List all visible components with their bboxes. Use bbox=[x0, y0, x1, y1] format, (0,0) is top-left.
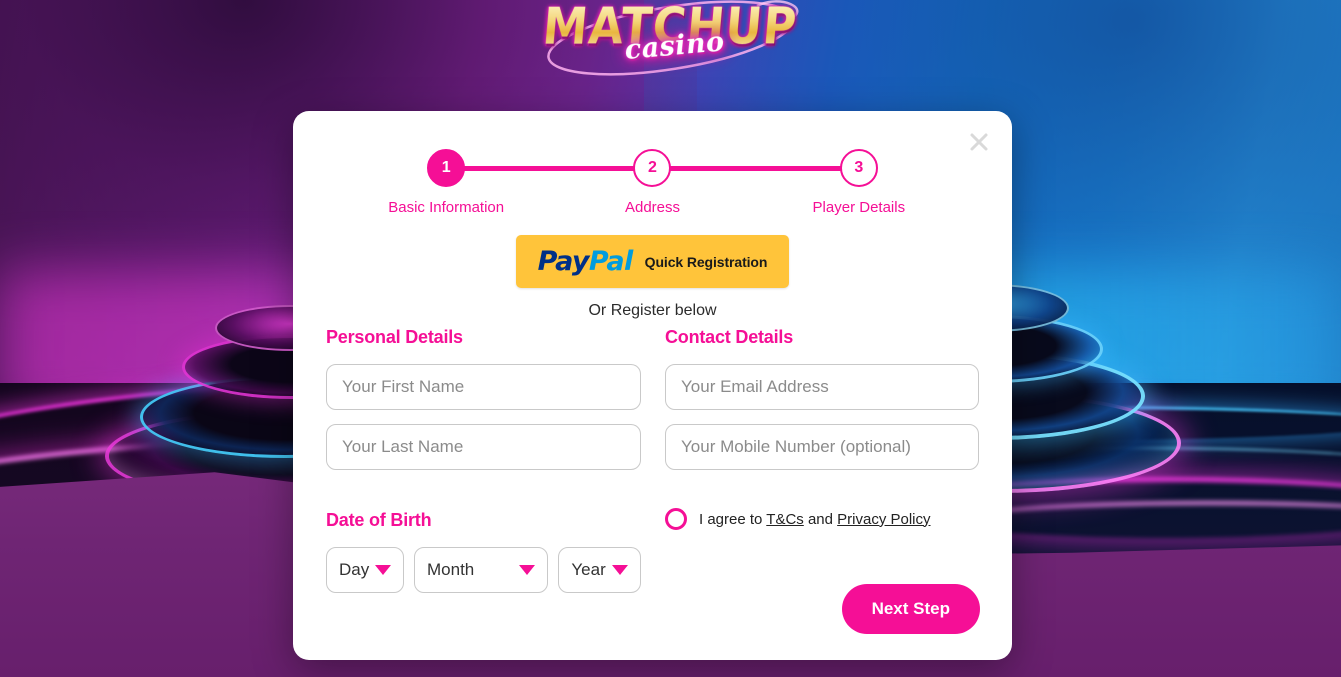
page-background: MATCHUP casino 1 Basic Information 2 Add… bbox=[0, 0, 1341, 677]
logo-subtitle: casino bbox=[623, 26, 727, 66]
stepper-step-2[interactable]: 2 Address bbox=[549, 149, 755, 216]
dob-day-select[interactable]: Day bbox=[326, 547, 404, 593]
paypal-button-label: Quick Registration bbox=[644, 253, 768, 270]
last-name-input[interactable] bbox=[326, 424, 641, 470]
paypal-logo: PayPal bbox=[537, 246, 634, 277]
stepper-step-1-number: 1 bbox=[427, 149, 466, 187]
or-register-below-text: Or Register below bbox=[588, 302, 717, 319]
logo-swirl-decoration bbox=[546, 0, 798, 76]
dob-month-select[interactable]: Month bbox=[414, 547, 549, 593]
terms-and-conditions-link[interactable]: T&Cs bbox=[766, 511, 804, 528]
chevron-down-icon bbox=[375, 565, 392, 575]
chevron-down-icon bbox=[612, 565, 628, 575]
stepper-step-3[interactable]: 3 Player Details bbox=[756, 149, 962, 216]
dob-month-value: Month bbox=[427, 560, 475, 579]
terms-agreement-row: I agree to T&Cs and Privacy Policy bbox=[665, 508, 979, 530]
stepper-step-3-number: 3 bbox=[839, 149, 878, 187]
terms-agreement-text: I agree to T&Cs and Privacy Policy bbox=[699, 511, 931, 528]
stepper-step-3-label: Player Details bbox=[812, 199, 906, 216]
stepper-step-2-label: Address bbox=[624, 199, 680, 216]
chevron-down-icon bbox=[519, 565, 536, 575]
personal-details-column: Personal Details Date of Birth Day Month… bbox=[326, 327, 641, 593]
paypal-section: PayPal Quick Registration Or Register be… bbox=[293, 235, 1012, 320]
dob-year-value: Year bbox=[571, 560, 606, 579]
stepper-step-2-number: 2 bbox=[633, 149, 672, 187]
email-input[interactable] bbox=[665, 364, 979, 410]
close-icon[interactable] bbox=[964, 127, 994, 157]
registration-stepper: 1 Basic Information 2 Address 3 Player D… bbox=[343, 149, 962, 229]
paypal-quick-registration-button[interactable]: PayPal Quick Registration bbox=[515, 235, 790, 288]
registration-modal: 1 Basic Information 2 Address 3 Player D… bbox=[293, 111, 1012, 660]
terms-prefix: I agree to bbox=[699, 510, 767, 528]
site-logo: MATCHUP casino bbox=[0, 0, 1341, 76]
mobile-number-input[interactable] bbox=[665, 424, 979, 470]
contact-details-heading: Contact Details bbox=[665, 327, 794, 347]
contact-details-column: Contact Details I agree to T&Cs and Priv… bbox=[665, 327, 979, 593]
registration-form: Personal Details Date of Birth Day Month… bbox=[326, 327, 979, 593]
next-step-button[interactable]: Next Step bbox=[841, 584, 980, 634]
first-name-input[interactable] bbox=[326, 364, 641, 410]
logo-wordmark: MATCHUP bbox=[540, 0, 801, 57]
date-of-birth-row: Day Month Year bbox=[326, 547, 641, 593]
privacy-policy-link[interactable]: Privacy Policy bbox=[837, 511, 930, 528]
terms-checkbox[interactable] bbox=[665, 508, 687, 530]
terms-middle: and bbox=[803, 510, 838, 528]
paypal-logo-pal: Pal bbox=[588, 246, 633, 277]
date-of-birth-heading: Date of Birth bbox=[326, 510, 432, 530]
dob-day-value: Day bbox=[339, 560, 370, 579]
stepper-step-1[interactable]: 1 Basic Information bbox=[343, 149, 549, 216]
personal-details-heading: Personal Details bbox=[326, 327, 463, 347]
dob-year-select[interactable]: Year bbox=[558, 547, 641, 593]
stepper-step-1-label: Basic Information bbox=[388, 199, 505, 216]
paypal-logo-pay: Pay bbox=[537, 246, 590, 277]
